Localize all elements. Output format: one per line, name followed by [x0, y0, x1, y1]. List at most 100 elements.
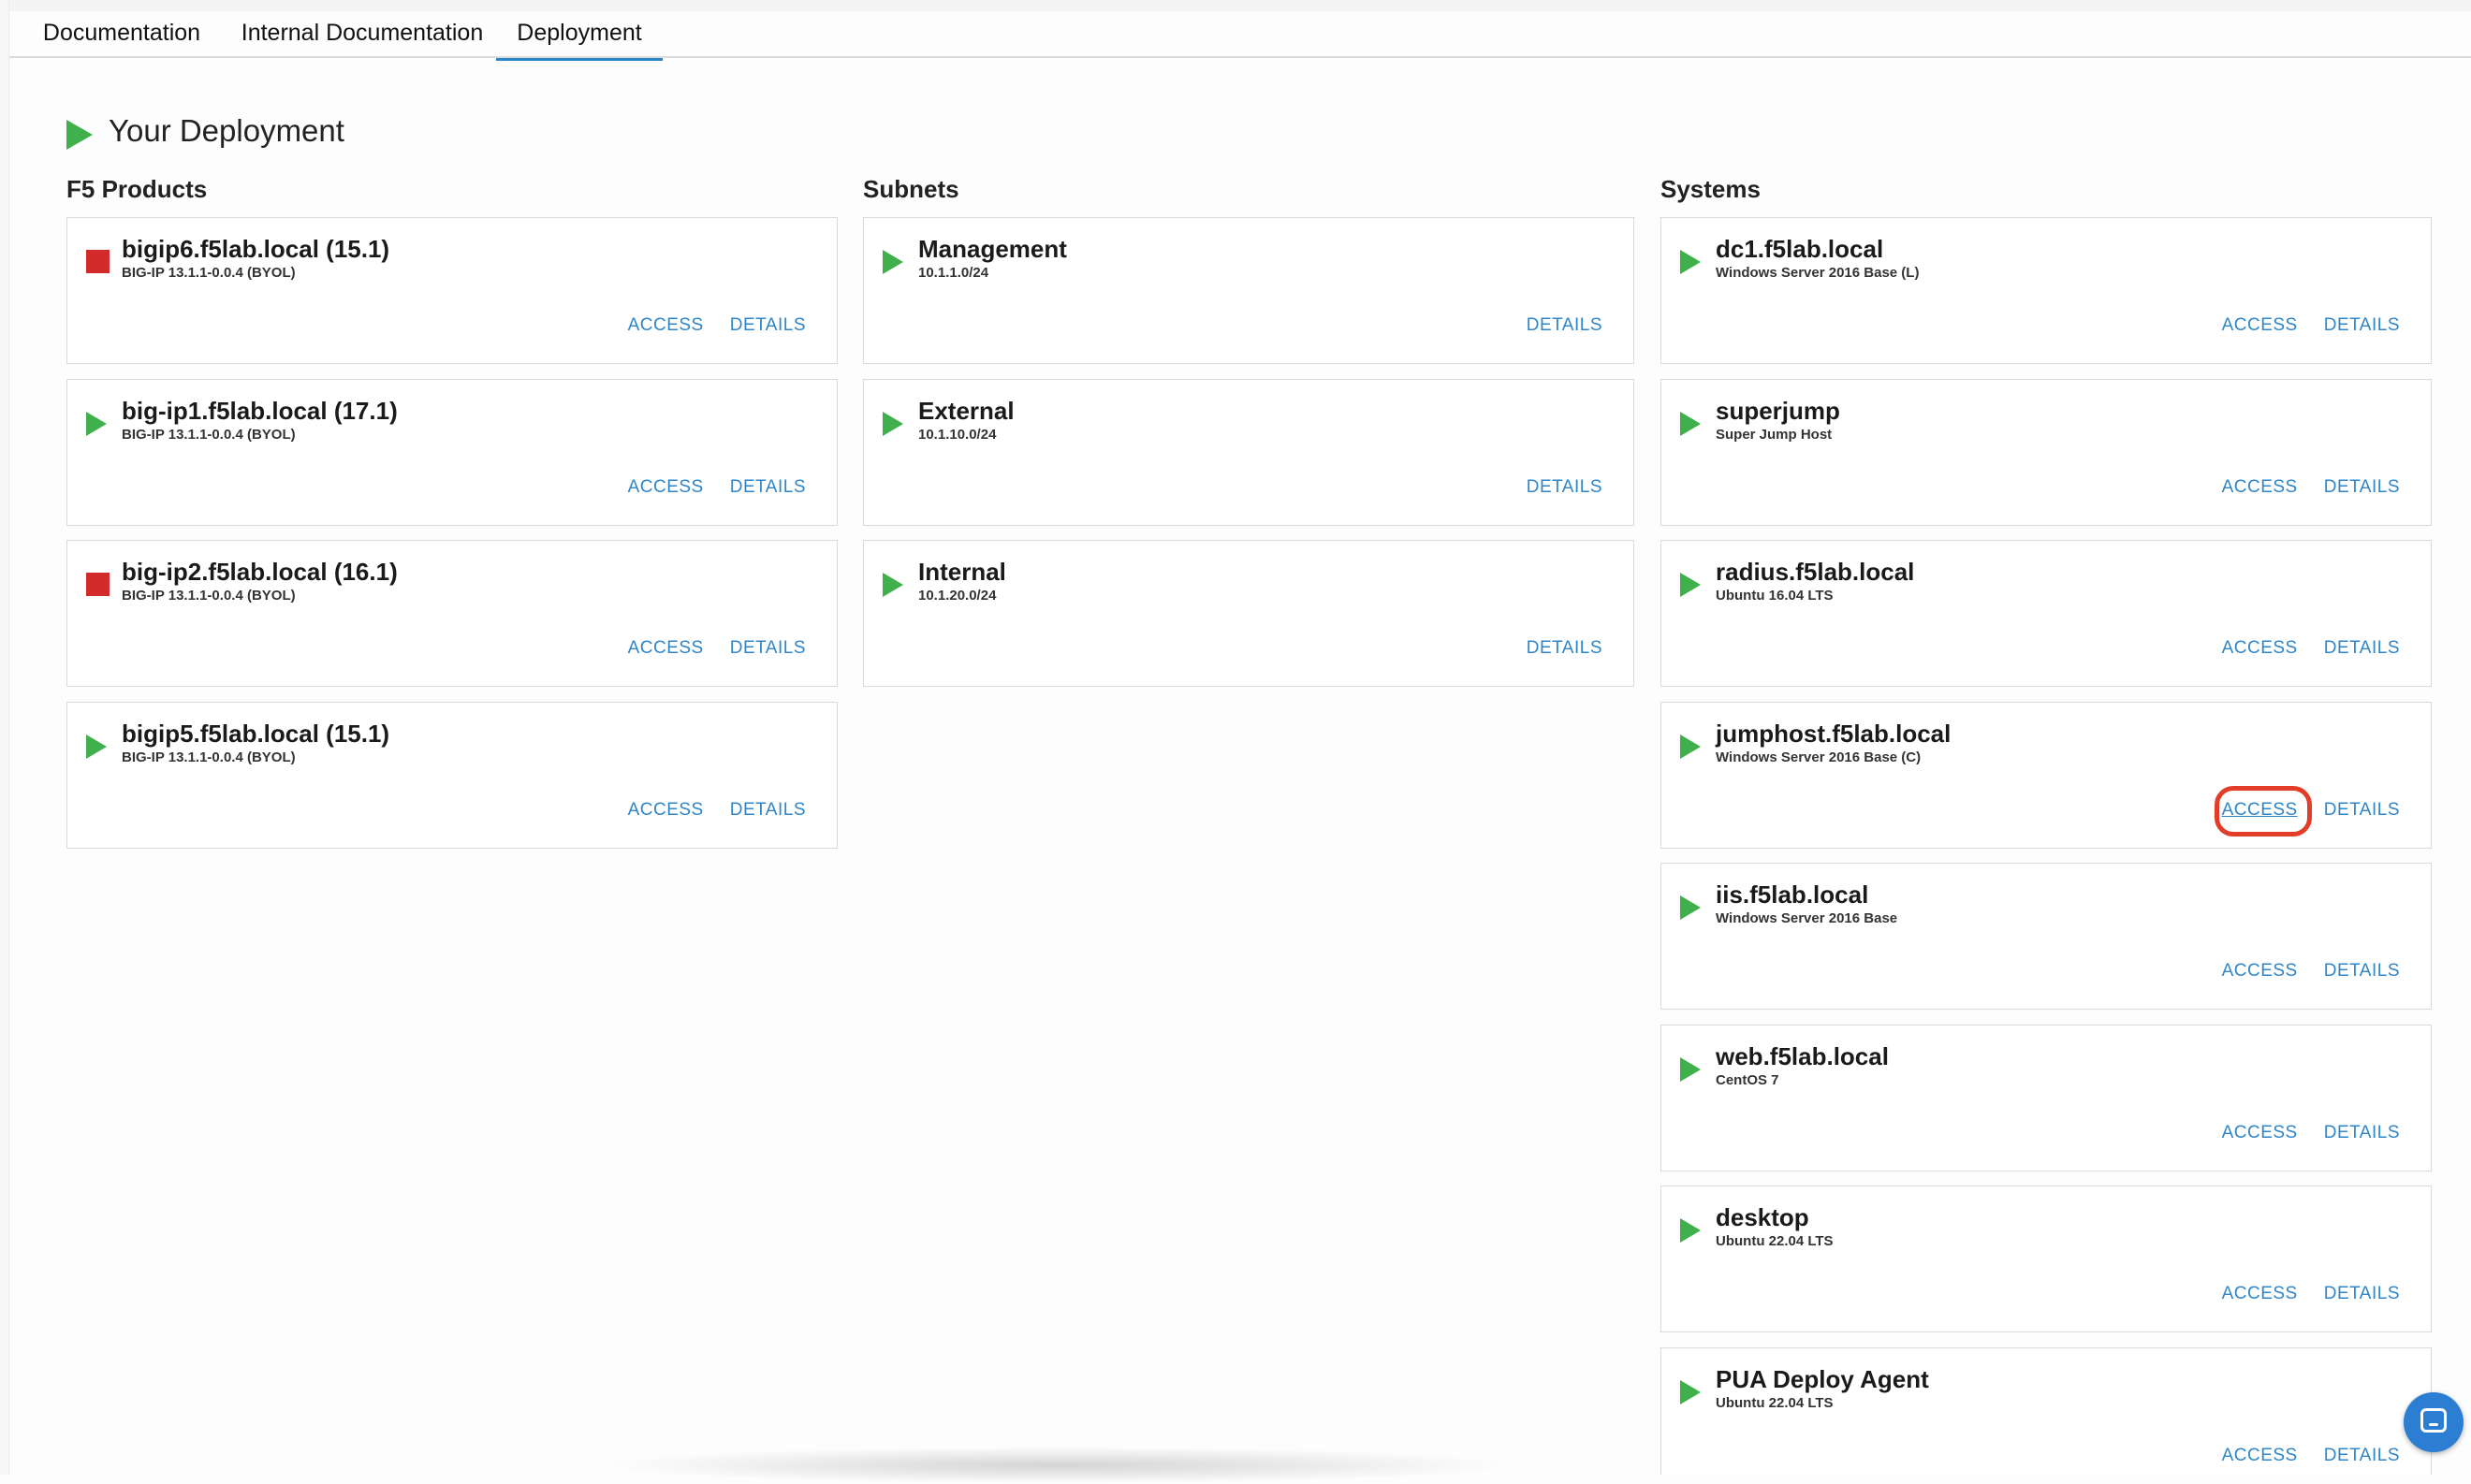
subnet-card: Internal 10.1.20.0/24 DETAILS	[863, 540, 1634, 687]
running-icon	[1680, 573, 1701, 597]
card-title: radius.f5lab.local	[1716, 558, 1915, 586]
access-link[interactable]: ACCESS	[2222, 477, 2298, 497]
details-link[interactable]: DETAILS	[730, 638, 806, 658]
card-title: superjump	[1716, 397, 1840, 425]
card-subtitle: CentOS 7	[1716, 1072, 1779, 1088]
card-title: desktop	[1716, 1203, 1809, 1231]
tab-deployment[interactable]: Deployment	[496, 11, 663, 61]
details-link[interactable]: DETAILS	[2324, 800, 2400, 820]
subnet-card: External 10.1.10.0/24 DETAILS	[863, 379, 1634, 526]
details-link[interactable]: DETAILS	[2324, 1123, 2400, 1142]
card-title: bigip5.f5lab.local (15.1)	[122, 720, 390, 748]
left-edge	[0, 0, 9, 1475]
system-card: web.f5lab.local CentOS 7 ACCESS DETAILS	[1660, 1025, 2432, 1171]
access-link[interactable]: ACCESS	[2222, 638, 2298, 658]
card-title: big-ip2.f5lab.local (16.1)	[122, 558, 398, 586]
chat-bubble-icon	[2420, 1408, 2447, 1433]
card-title: dc1.f5lab.local	[1716, 235, 1884, 263]
card-subtitle: Windows Server 2016 Base	[1716, 910, 1898, 926]
card-subtitle: Ubuntu 22.04 LTS	[1716, 1233, 1834, 1249]
running-icon	[1680, 735, 1701, 759]
card-subtitle: 10.1.20.0/24	[918, 588, 997, 604]
system-card: superjump Super Jump Host ACCESS DETAILS	[1660, 379, 2432, 526]
product-card: big-ip1.f5lab.local (17.1) BIG-IP 13.1.1…	[66, 379, 838, 526]
details-link[interactable]: DETAILS	[1527, 315, 1602, 335]
tab-internal-documentation[interactable]: Internal Documentation	[227, 11, 498, 56]
access-link[interactable]: ACCESS	[2222, 1284, 2298, 1303]
system-card: PUA Deploy Agent Ubuntu 22.04 LTS ACCESS…	[1660, 1347, 2432, 1475]
details-link[interactable]: DETAILS	[730, 315, 806, 335]
product-card: bigip5.f5lab.local (15.1) BIG-IP 13.1.1-…	[66, 702, 838, 849]
card-subtitle: Ubuntu 16.04 LTS	[1716, 588, 1834, 604]
system-card: desktop Ubuntu 22.04 LTS ACCESS DETAILS	[1660, 1186, 2432, 1332]
stopped-icon	[86, 250, 110, 273]
system-card: radius.f5lab.local Ubuntu 16.04 LTS ACCE…	[1660, 540, 2432, 687]
running-icon	[1680, 250, 1701, 274]
top-strip	[0, 0, 2471, 11]
details-link[interactable]: DETAILS	[1527, 638, 1602, 658]
card-title: External	[918, 397, 1015, 425]
details-link[interactable]: DETAILS	[2324, 1284, 2400, 1303]
card-title: big-ip1.f5lab.local (17.1)	[122, 397, 398, 425]
systems-heading: Systems	[1660, 175, 1761, 203]
bottom-shadow	[599, 1447, 1516, 1484]
deployment-status-icon	[66, 120, 93, 150]
card-title: PUA Deploy Agent	[1716, 1365, 1929, 1393]
running-icon	[1680, 895, 1701, 920]
access-link[interactable]: ACCESS	[628, 638, 704, 658]
details-link[interactable]: DETAILS	[2324, 1446, 2400, 1465]
running-icon	[1680, 412, 1701, 436]
access-link[interactable]: ACCESS	[628, 315, 704, 335]
subnet-card: Management 10.1.1.0/24 DETAILS	[863, 217, 1634, 364]
details-link[interactable]: DETAILS	[2324, 961, 2400, 981]
card-subtitle: BIG-IP 13.1.1-0.0.4 (BYOL)	[122, 588, 296, 604]
card-subtitle: Ubuntu 22.04 LTS	[1716, 1395, 1834, 1411]
product-card: big-ip2.f5lab.local (16.1) BIG-IP 13.1.1…	[66, 540, 838, 687]
tab-bar: Documentation Internal Documentation Dep…	[9, 11, 2471, 61]
running-icon	[883, 250, 903, 274]
card-title: Management	[918, 235, 1067, 263]
access-link[interactable]: ACCESS	[2222, 315, 2298, 335]
card-subtitle: Windows Server 2016 Base (C)	[1716, 749, 1922, 765]
running-icon	[883, 412, 903, 436]
details-link[interactable]: DETAILS	[730, 477, 806, 497]
access-link[interactable]: ACCESS	[628, 800, 704, 820]
product-card: bigip6.f5lab.local (15.1) BIG-IP 13.1.1-…	[66, 217, 838, 364]
access-highlight-ring	[2215, 786, 2312, 837]
access-link[interactable]: ACCESS	[2222, 1446, 2298, 1465]
tab-documentation[interactable]: Documentation	[28, 11, 215, 56]
system-card: jumphost.f5lab.local Windows Server 2016…	[1660, 702, 2432, 849]
card-title: iis.f5lab.local	[1716, 880, 1869, 909]
card-title: jumphost.f5lab.local	[1716, 720, 1952, 748]
card-title: bigip6.f5lab.local (15.1)	[122, 235, 390, 263]
products-heading: F5 Products	[66, 175, 208, 203]
system-card: dc1.f5lab.local Windows Server 2016 Base…	[1660, 217, 2432, 364]
card-subtitle: 10.1.1.0/24	[918, 265, 989, 281]
card-title: web.f5lab.local	[1716, 1042, 1889, 1070]
running-icon	[1680, 1380, 1701, 1404]
chat-button[interactable]	[2404, 1392, 2464, 1452]
system-card: iis.f5lab.local Windows Server 2016 Base…	[1660, 863, 2432, 1010]
details-link[interactable]: DETAILS	[730, 800, 806, 820]
running-icon	[86, 412, 107, 436]
details-link[interactable]: DETAILS	[1527, 477, 1602, 497]
access-link[interactable]: ACCESS	[2222, 1123, 2298, 1142]
card-title: Internal	[918, 558, 1006, 586]
running-icon	[1680, 1218, 1701, 1243]
access-link[interactable]: ACCESS	[628, 477, 704, 497]
details-link[interactable]: DETAILS	[2324, 315, 2400, 335]
access-link[interactable]: ACCESS	[2222, 961, 2298, 981]
details-link[interactable]: DETAILS	[2324, 477, 2400, 497]
card-subtitle: BIG-IP 13.1.1-0.0.4 (BYOL)	[122, 427, 296, 443]
card-subtitle: Super Jump Host	[1716, 427, 1833, 443]
card-subtitle: BIG-IP 13.1.1-0.0.4 (BYOL)	[122, 265, 296, 281]
stopped-icon	[86, 573, 110, 596]
running-icon	[1680, 1057, 1701, 1082]
details-link[interactable]: DETAILS	[2324, 638, 2400, 658]
subnets-heading: Subnets	[863, 175, 959, 203]
card-subtitle: BIG-IP 13.1.1-0.0.4 (BYOL)	[122, 749, 296, 765]
running-icon	[883, 573, 903, 597]
running-icon	[86, 735, 107, 759]
card-subtitle: Windows Server 2016 Base (L)	[1716, 265, 1920, 281]
card-subtitle: 10.1.10.0/24	[918, 427, 997, 443]
